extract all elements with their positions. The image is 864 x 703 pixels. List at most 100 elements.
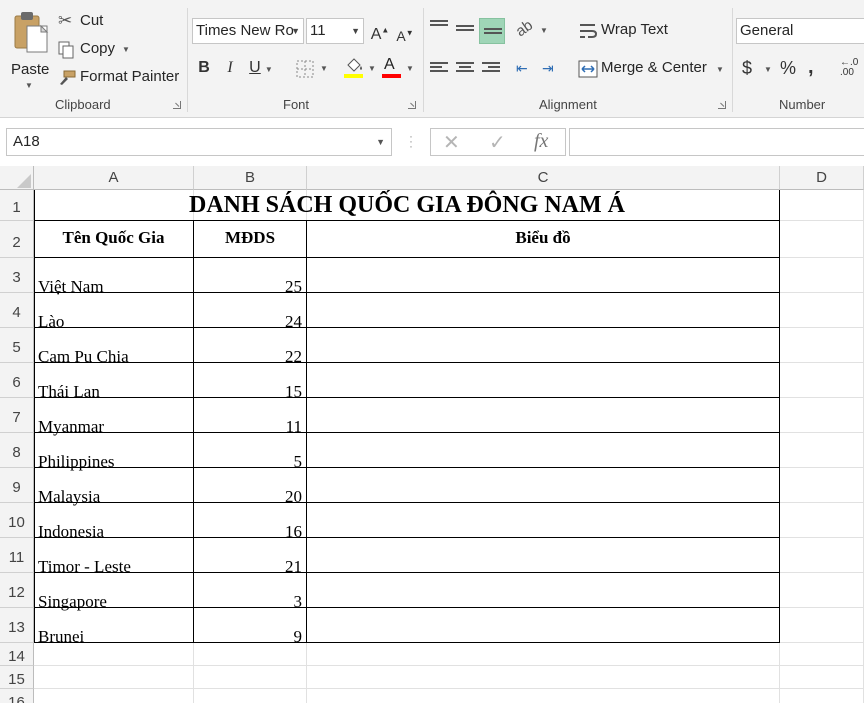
cell-country[interactable]: Singapore	[38, 573, 190, 611]
cell-chart[interactable]	[307, 468, 779, 503]
format-painter-button[interactable]: Format Painter	[58, 67, 180, 89]
cell-value[interactable]: 5	[196, 433, 303, 471]
column-header-c[interactable]: C	[307, 166, 780, 190]
font-name-combo[interactable]: Times New Ro ▼	[192, 18, 304, 44]
header-chart[interactable]: Biểu đồ	[307, 221, 779, 258]
font-size-combo[interactable]: 11 ▼	[306, 18, 364, 44]
cell-value[interactable]: 20	[196, 468, 302, 506]
cell-chart[interactable]	[307, 573, 779, 608]
sheet-title[interactable]: DANH SÁCH QUỐC GIA ĐÔNG NAM Á	[34, 190, 780, 221]
row-header-5[interactable]: 5	[0, 328, 34, 363]
cell-chart[interactable]	[307, 433, 779, 468]
worksheet-grid[interactable]: ABCD 1 2 3 4 5 6 7 8 9 10 11 12 13 14 15 16 DANH SÁCH Q…	[0, 166, 864, 703]
copy-button[interactable]: Copy ▼	[58, 39, 134, 61]
merge-center-button[interactable]: Merge & Center ▼	[578, 57, 726, 81]
header-density[interactable]: MĐDS	[194, 221, 306, 258]
row-header-3[interactable]: 3	[0, 258, 34, 293]
row-header-7[interactable]: 7	[0, 398, 34, 433]
confirm-edit-button[interactable]: ✓	[489, 130, 506, 155]
row-header-1[interactable]: 1	[0, 190, 34, 221]
cell-country[interactable]: Timor - Leste	[38, 538, 190, 576]
cell-value[interactable]: 9	[196, 608, 303, 646]
increase-decimal-button[interactable]: ←.0.00	[840, 58, 864, 80]
row-header-2[interactable]: 2	[0, 221, 34, 258]
cell-value[interactable]: 11	[196, 398, 302, 436]
row-header-16[interactable]: 16	[0, 689, 34, 703]
bottom-align-button[interactable]	[479, 18, 505, 44]
cell-value[interactable]: 24	[196, 293, 302, 331]
cell-country[interactable]: Indonesia	[38, 503, 190, 541]
font-color-button[interactable]: A ▼	[380, 56, 416, 81]
alignment-dialog-launcher[interactable]	[718, 101, 726, 109]
number-format-combo[interactable]: General	[736, 18, 864, 44]
cell-country[interactable]: Myanmar	[38, 398, 190, 436]
cell-country[interactable]: Lào	[38, 293, 190, 331]
font-name-value: Times New Ro	[196, 22, 294, 39]
wrap-text-icon	[580, 24, 598, 38]
font-dialog-launcher[interactable]	[408, 101, 416, 109]
row-header-9[interactable]: 9	[0, 468, 34, 503]
row-header-14[interactable]: 14	[0, 643, 34, 666]
increase-font-size-button[interactable]: A▲	[370, 20, 390, 46]
row-header-8[interactable]: 8	[0, 433, 34, 468]
paste-button[interactable]: Paste ▼	[8, 8, 52, 90]
insert-function-button[interactable]: fx	[534, 130, 548, 153]
cell-value[interactable]: 21	[196, 538, 302, 576]
percent-button[interactable]: %	[780, 58, 800, 80]
decrease-font-size-button[interactable]: A▼	[395, 22, 415, 48]
header-country[interactable]: Tên Quốc Gia	[34, 221, 193, 258]
row-header-11[interactable]: 11	[0, 538, 34, 573]
row-header-12[interactable]: 12	[0, 573, 34, 608]
row-header-15[interactable]: 15	[0, 666, 34, 689]
orientation-button[interactable]: ab ▼	[512, 16, 550, 42]
middle-align-button[interactable]	[456, 25, 474, 39]
bold-button[interactable]: B	[194, 57, 214, 79]
cell-chart[interactable]	[307, 503, 779, 538]
cell-country[interactable]: Cam Pu Chia	[38, 328, 190, 366]
row-header-6[interactable]: 6	[0, 363, 34, 398]
cell-chart[interactable]	[307, 398, 779, 433]
row-header-10[interactable]: 10	[0, 503, 34, 538]
select-all-button[interactable]	[0, 166, 34, 190]
decrease-indent-button[interactable]: ⇤	[516, 60, 538, 80]
cell-country[interactable]: Malaysia	[38, 468, 190, 506]
wrap-text-button[interactable]: Wrap Text	[578, 20, 678, 42]
column-header-b[interactable]: B	[194, 166, 307, 190]
fill-color-button[interactable]: ▼	[342, 57, 378, 81]
top-align-button[interactable]	[430, 20, 448, 34]
row-header-4[interactable]: 4	[0, 293, 34, 328]
cut-button[interactable]: ✂ Cut	[58, 11, 118, 33]
borders-button[interactable]: ▼	[294, 59, 330, 79]
cell-value[interactable]: 3	[196, 573, 303, 611]
name-box[interactable]: A18 ▼	[6, 128, 392, 156]
cell-country[interactable]: Brunei	[38, 608, 190, 646]
cell-chart[interactable]	[307, 363, 779, 398]
cell-chart[interactable]	[307, 328, 779, 363]
currency-button[interactable]: $ ▼	[742, 58, 774, 80]
formula-input[interactable]	[569, 128, 864, 156]
cancel-edit-button[interactable]: ✕	[443, 130, 460, 155]
cell-chart[interactable]	[307, 608, 779, 643]
increase-indent-button[interactable]: ⇥	[542, 60, 564, 80]
cell-value[interactable]: 22	[196, 328, 302, 366]
orientation-icon: ab	[512, 16, 537, 41]
underline-button[interactable]: U ▼	[246, 57, 276, 81]
column-header-d[interactable]: D	[780, 166, 864, 190]
cell-chart[interactable]	[307, 538, 779, 573]
row-header-13[interactable]: 13	[0, 608, 34, 643]
clipboard-dialog-launcher[interactable]	[173, 101, 181, 109]
cell-value[interactable]: 15	[196, 363, 302, 401]
cell-value[interactable]: 25	[196, 258, 302, 296]
cell-country[interactable]: Việt Nam	[38, 258, 190, 296]
comma-style-button[interactable]: ,	[808, 56, 822, 78]
cell-value[interactable]: 16	[196, 503, 302, 541]
italic-button[interactable]: I	[220, 57, 240, 79]
cell-chart[interactable]	[307, 293, 779, 328]
center-button[interactable]	[456, 62, 474, 76]
cell-country[interactable]: Philippines	[38, 433, 190, 471]
align-left-button[interactable]	[430, 62, 448, 76]
cell-chart[interactable]	[307, 258, 779, 293]
column-header-a[interactable]: A	[34, 166, 194, 190]
align-right-button[interactable]	[482, 62, 500, 76]
cell-country[interactable]: Thái Lan	[38, 363, 190, 401]
